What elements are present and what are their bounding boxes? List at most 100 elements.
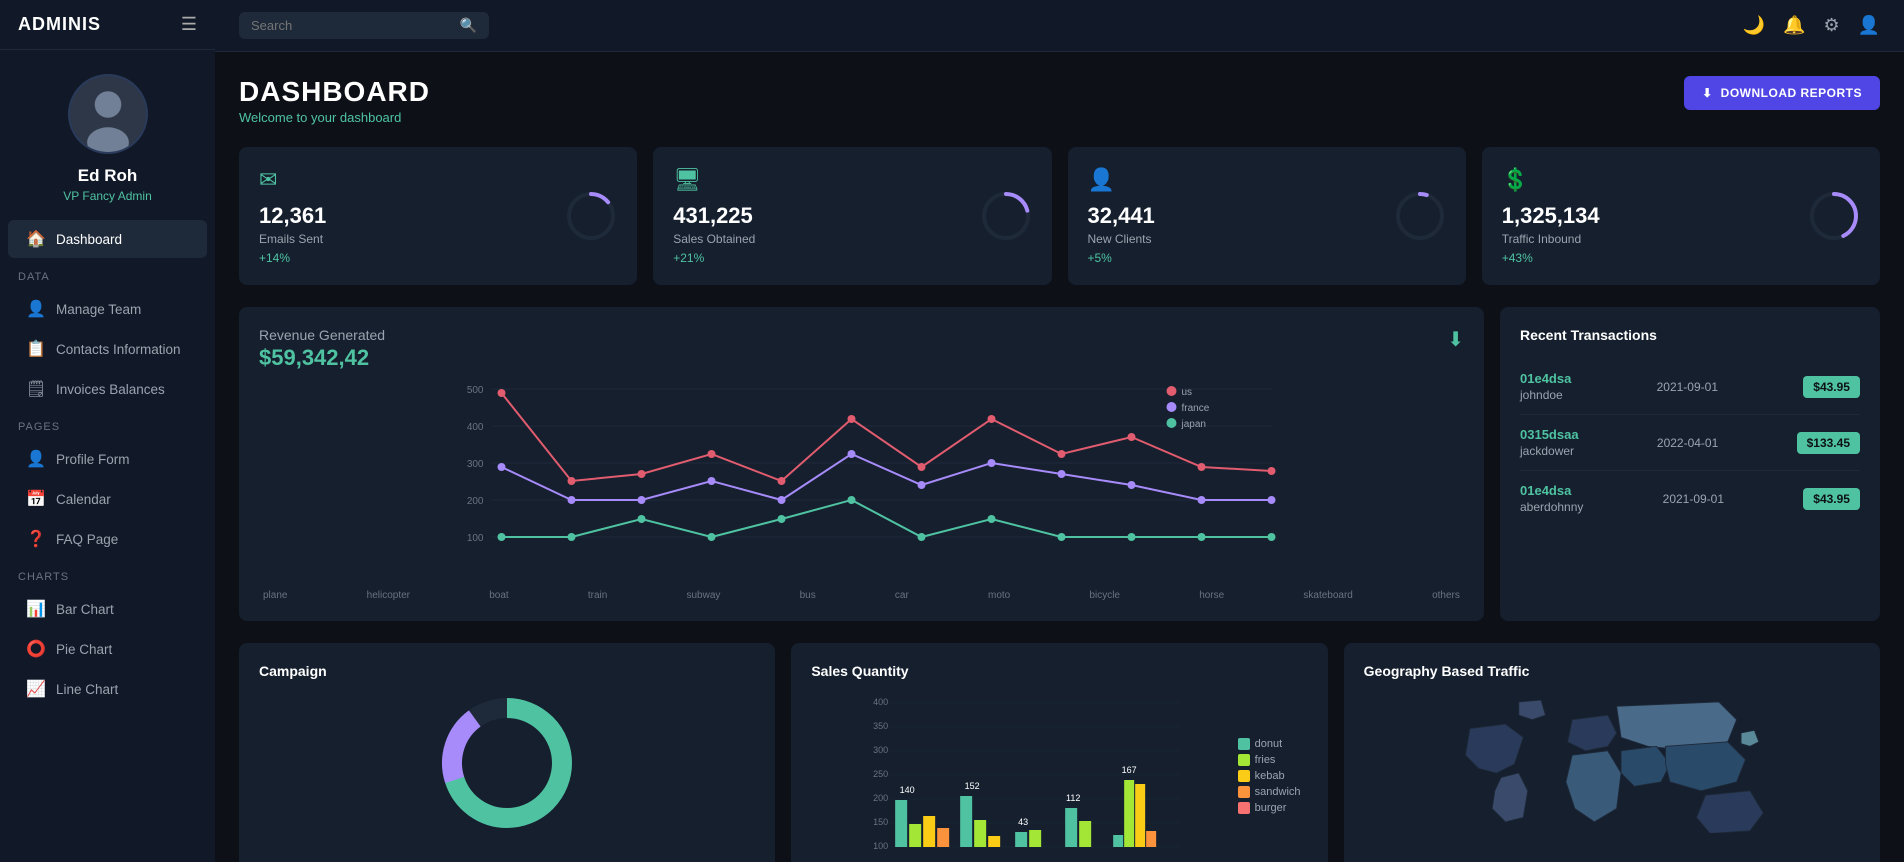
donut-chart <box>259 693 755 833</box>
download-reports-button[interactable]: ⬇ DOWNLOAD REPORTS <box>1684 76 1880 110</box>
tx-user: aberdohnny <box>1520 500 1583 514</box>
topbar-icons: 🌙 🔔 ⚙ 👤 <box>1743 15 1880 36</box>
download-icon: ⬇ <box>1702 86 1713 100</box>
faq-icon: ❓ <box>26 529 44 549</box>
chart-x-labels: plane helicopter boat train subway bus c… <box>259 590 1464 601</box>
tx-date: 2021-09-01 <box>1663 492 1724 506</box>
sidebar-item-dashboard[interactable]: 🏠 Dashboard <box>8 220 207 258</box>
stat-value: 12,361 <box>259 203 326 229</box>
map-svg <box>1364 693 1860 833</box>
legend-donut: donut <box>1238 738 1308 750</box>
svg-text:43: 43 <box>1018 817 1028 827</box>
transactions-card: Recent Transactions 01e4dsa johndoe 2021… <box>1500 307 1880 621</box>
transaction-row: 0315dsaa jackdower 2022-04-01 $133.45 <box>1520 415 1860 471</box>
progress-ring-2 <box>1394 190 1446 242</box>
traffic-icon: 💲 <box>1502 167 1600 193</box>
transactions-title: Recent Transactions <box>1520 327 1860 343</box>
geography-title: Geography Based Traffic <box>1364 663 1860 679</box>
profile-icon: 👤 <box>26 449 44 469</box>
sidebar-item-label: Line Chart <box>56 682 118 697</box>
user-profile: Ed Roh VP Fancy Admin <box>0 50 215 219</box>
sidebar-item-profile-form[interactable]: 👤 Profile Form <box>8 440 207 478</box>
legend-burger: burger <box>1238 802 1308 814</box>
notifications-icon[interactable]: 🔔 <box>1783 15 1805 36</box>
stat-label: Emails Sent <box>259 232 326 246</box>
svg-text:167: 167 <box>1122 765 1137 775</box>
sales-quantity-card: Sales Quantity 400 350 300 250 200 150 1… <box>791 643 1327 862</box>
nav-section-pages: Pages <box>0 409 215 439</box>
dashboard-header: DASHBOARD Welcome to your dashboard ⬇ DO… <box>239 76 1880 125</box>
sidebar-item-contacts-information[interactable]: 📋 Contacts Information <box>8 330 207 368</box>
legend-kebab: kebab <box>1238 770 1308 782</box>
stat-change: +21% <box>673 251 755 265</box>
line-chart-svg: 500 400 300 200 100 <box>259 379 1464 579</box>
page-title: DASHBOARD <box>239 76 430 108</box>
stat-value: 431,225 <box>673 203 755 229</box>
geography-card: Geography Based Traffic <box>1344 643 1880 862</box>
sidebar-item-label: Bar Chart <box>56 602 114 617</box>
sidebar-item-label: Invoices Balances <box>56 382 165 397</box>
sidebar-item-label: Profile Form <box>56 452 130 467</box>
transaction-row: 01e4dsa aberdohnny 2021-09-01 $43.95 <box>1520 471 1860 526</box>
svg-text:400: 400 <box>873 697 888 707</box>
svg-text:140: 140 <box>900 785 915 795</box>
tx-amount: $43.95 <box>1803 376 1860 398</box>
svg-text:100: 100 <box>873 841 888 851</box>
sidebar-item-manage-team[interactable]: 👤 Manage Team <box>8 290 207 328</box>
chart-download-icon[interactable]: ⬇ <box>1447 327 1464 352</box>
people-icon: 👤 <box>26 299 44 319</box>
nav-section-charts: Charts <box>0 559 215 589</box>
tx-user: jackdower <box>1520 444 1579 458</box>
transaction-row: 01e4dsa johndoe 2021-09-01 $43.95 <box>1520 359 1860 415</box>
line-chart-icon: 📈 <box>26 679 44 699</box>
stat-change: +43% <box>1502 251 1600 265</box>
progress-ring-0 <box>565 190 617 242</box>
settings-icon[interactable]: ⚙ <box>1823 15 1839 36</box>
tx-date: 2021-09-01 <box>1657 380 1718 394</box>
sidebar-item-pie-chart[interactable]: ⭕ Pie Chart <box>8 630 207 668</box>
sidebar-item-label: Dashboard <box>56 232 122 247</box>
hamburger-icon[interactable]: ☰ <box>181 14 197 35</box>
user-role: VP Fancy Admin <box>63 189 152 203</box>
progress-ring-1 <box>980 190 1032 242</box>
tx-date: 2022-04-01 <box>1657 436 1718 450</box>
nav-section-data: Data <box>0 259 215 289</box>
sidebar-item-label: Calendar <box>56 492 111 507</box>
calendar-icon: 📅 <box>26 489 44 509</box>
search-input[interactable] <box>251 18 452 33</box>
stat-label: New Clients <box>1088 232 1155 246</box>
main-content: 🔍 🌙 🔔 ⚙ 👤 DASHBOARD Welcome to your dash… <box>215 0 1904 862</box>
user-account-icon[interactable]: 👤 <box>1858 15 1880 36</box>
sidebar-item-faq-page[interactable]: ❓ FAQ Page <box>8 520 207 558</box>
sidebar-header: ADMINIS ☰ <box>0 0 215 50</box>
stat-change: +5% <box>1088 251 1155 265</box>
search-container[interactable]: 🔍 <box>239 12 489 39</box>
dark-mode-icon[interactable]: 🌙 <box>1743 15 1765 36</box>
app-logo: ADMINIS <box>18 14 101 35</box>
invoice-icon: 🗒 <box>26 379 44 399</box>
line-chart: 500 400 300 200 100 <box>259 379 1464 601</box>
chart-amount: $59,342,42 <box>259 345 385 371</box>
legend-sandwich: sandwich <box>1238 786 1308 798</box>
sidebar-item-line-chart[interactable]: 📈 Line Chart <box>8 670 207 708</box>
sidebar-item-bar-chart[interactable]: 📊 Bar Chart <box>8 590 207 628</box>
tx-id: 01e4dsa <box>1520 483 1583 498</box>
user-name: Ed Roh <box>78 166 138 186</box>
svg-text:500: 500 <box>467 385 484 396</box>
sidebar-item-invoices-balances[interactable]: 🗒 Invoices Balances <box>8 370 207 408</box>
tx-amount: $133.45 <box>1797 432 1860 454</box>
sidebar-item-calendar[interactable]: 📅 Calendar <box>8 480 207 518</box>
chart-title: Revenue Generated <box>259 327 385 343</box>
svg-text:200: 200 <box>467 496 484 507</box>
stat-label: Traffic Inbound <box>1502 232 1600 246</box>
tx-id: 0315dsaa <box>1520 427 1579 442</box>
sidebar-item-label: Contacts Information <box>56 342 181 357</box>
stat-card-clients: 👤 32,441 New Clients +5% <box>1068 147 1466 285</box>
sidebar-item-label: Manage Team <box>56 302 141 317</box>
svg-text:250: 250 <box>873 769 888 779</box>
stat-card-sales: 🖥 431,225 Sales Obtained +21% <box>653 147 1051 285</box>
sales-icon: 🖥 <box>673 167 755 193</box>
clients-icon: 👤 <box>1088 167 1155 193</box>
search-icon: 🔍 <box>460 17 477 34</box>
stat-card-emails: ✉ 12,361 Emails Sent +14% <box>239 147 637 285</box>
